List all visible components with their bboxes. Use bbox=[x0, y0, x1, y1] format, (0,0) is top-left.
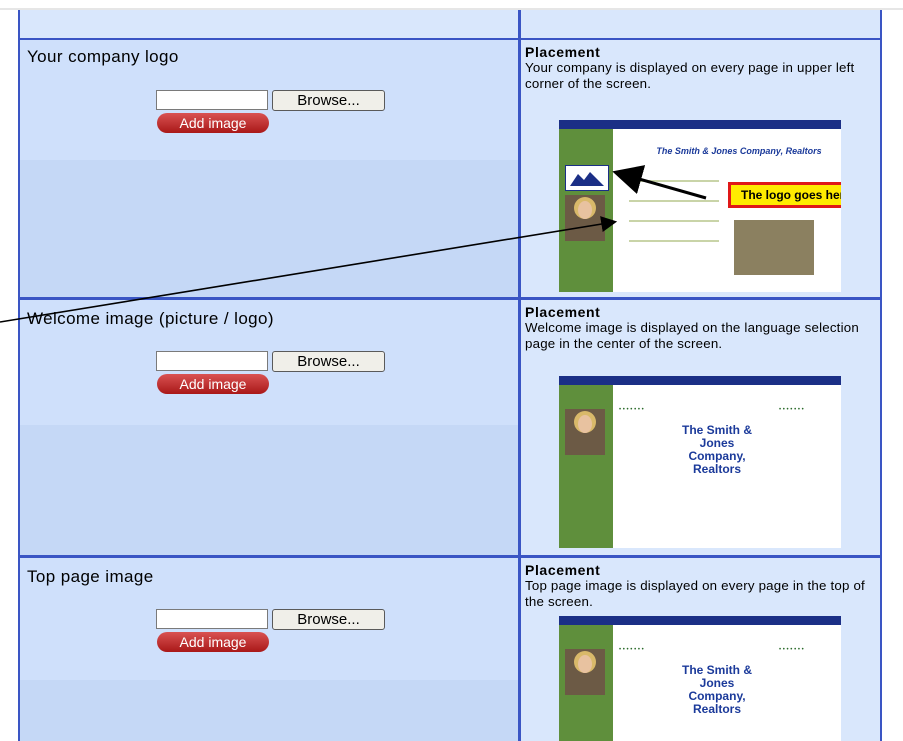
preview-header-bar bbox=[559, 376, 841, 385]
preview-logo-icon bbox=[565, 165, 609, 191]
welcome-upload-cell: Welcome image (picture / logo) Browse...… bbox=[20, 300, 518, 555]
browse-button[interactable]: Browse... bbox=[272, 90, 385, 111]
preview-agent-photo bbox=[565, 195, 605, 241]
row-title: Your company logo bbox=[27, 47, 179, 66]
file-path-input[interactable] bbox=[156, 609, 268, 629]
placement-title: Placement bbox=[525, 304, 601, 320]
preview-house-photo bbox=[734, 220, 814, 275]
placement-description: Top page image is displayed on every pag… bbox=[525, 578, 865, 609]
table-row-partial-left bbox=[20, 10, 518, 38]
table-row-partial-right bbox=[521, 10, 880, 38]
row-title: Welcome image (picture / logo) bbox=[27, 309, 274, 328]
browse-button[interactable]: Browse... bbox=[272, 609, 385, 630]
preview-header-bar bbox=[559, 120, 841, 129]
welcome-placement-preview: • • • • • • • The Smith & Jones Company,… bbox=[559, 376, 841, 548]
preview-language-list-left: • • • • • • • bbox=[619, 407, 644, 413]
preview-header-bar bbox=[559, 616, 841, 625]
top-divider bbox=[0, 0, 903, 10]
add-image-button[interactable]: Add image bbox=[157, 113, 269, 133]
preview-sidebar bbox=[559, 385, 613, 548]
welcome-placement-cell: Placement Welcome image is displayed on … bbox=[521, 300, 880, 555]
preview-agent-photo bbox=[565, 409, 605, 455]
placement-description: Your company is displayed on every page … bbox=[525, 60, 855, 91]
logo-placement-preview: The Smith & Jones Company, Realtors The … bbox=[559, 120, 841, 292]
preview-company-name: The Smith & Jones Company, Realtors bbox=[656, 146, 822, 156]
preview-company-name: The Smith & Jones Company, Realtors bbox=[681, 423, 752, 476]
add-image-button[interactable]: Add image bbox=[157, 632, 269, 652]
row-title: Top page image bbox=[27, 567, 154, 586]
top-image-placement-preview: • • • • • • • The Smith & Jones Company,… bbox=[559, 616, 841, 741]
add-image-button[interactable]: Add image bbox=[157, 374, 269, 394]
logo-upload-cell: Your company logo Browse... Add image bbox=[20, 40, 518, 297]
preview-language-list-left: • • • • • • • bbox=[619, 647, 644, 653]
placement-description: Welcome image is displayed on the langua… bbox=[525, 320, 859, 351]
preview-agent-photo bbox=[565, 649, 605, 695]
preview-language-list-right: • • • • • • • bbox=[779, 407, 804, 413]
image-settings-table: Your company logo Browse... Add image Pl… bbox=[18, 10, 882, 741]
preview-sidebar bbox=[559, 129, 613, 292]
top-image-placement-cell: Placement Top page image is displayed on… bbox=[521, 558, 880, 741]
file-path-input[interactable] bbox=[156, 90, 268, 110]
preview-language-list-right: • • • • • • • bbox=[779, 647, 804, 653]
logo-callout: The logo goes here bbox=[728, 182, 841, 208]
logo-placement-cell: Placement Your company is displayed on e… bbox=[521, 40, 880, 297]
preview-sidebar bbox=[559, 625, 613, 741]
placement-title: Placement bbox=[525, 562, 601, 578]
top-image-upload-cell: Top page image Browse... Add image bbox=[20, 558, 518, 741]
browse-button[interactable]: Browse... bbox=[272, 351, 385, 372]
placement-title: Placement bbox=[525, 44, 601, 60]
file-path-input[interactable] bbox=[156, 351, 268, 371]
preview-company-name: The Smith & Jones Company, Realtors bbox=[681, 663, 752, 716]
